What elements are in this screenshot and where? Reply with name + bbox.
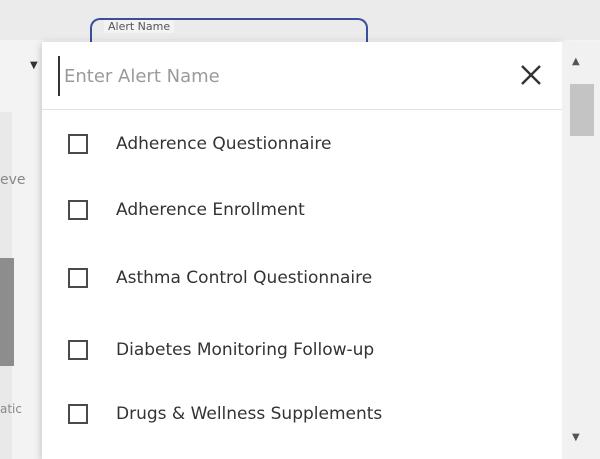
search-row bbox=[42, 42, 562, 110]
background-text: atic bbox=[0, 402, 22, 416]
option-adherence-questionnaire[interactable]: Adherence Questionnaire bbox=[42, 114, 562, 174]
left-dark-block bbox=[0, 258, 14, 366]
caret-down-icon: ▼ bbox=[30, 60, 38, 71]
checkbox-icon[interactable] bbox=[68, 200, 88, 220]
option-diabetes-monitoring-follow-up[interactable]: Diabetes Monitoring Follow-up bbox=[42, 320, 562, 380]
dropdown-scrollbar[interactable]: ▲ ▼ bbox=[562, 42, 600, 459]
alert-name-label: Alert Name bbox=[104, 20, 175, 33]
checkbox-icon[interactable] bbox=[68, 404, 88, 424]
chevron-up-icon[interactable]: ▲ bbox=[572, 56, 580, 67]
option-asthma-control-questionnaire[interactable]: Asthma Control Questionnaire bbox=[42, 248, 562, 308]
scroll-thumb[interactable] bbox=[570, 84, 594, 136]
option-label: Asthma Control Questionnaire bbox=[116, 268, 373, 288]
option-drugs-wellness-supplements[interactable]: Drugs & Wellness Supplements bbox=[42, 384, 562, 444]
checkbox-icon[interactable] bbox=[68, 340, 88, 360]
option-label: Adherence Questionnaire bbox=[116, 134, 332, 154]
close-icon[interactable] bbox=[518, 62, 544, 88]
alert-name-search-input[interactable] bbox=[58, 56, 496, 96]
option-adherence-enrollment[interactable]: Adherence Enrollment bbox=[42, 180, 562, 240]
option-label: Diabetes Monitoring Follow-up bbox=[116, 340, 375, 360]
option-label: Drugs & Wellness Supplements bbox=[116, 404, 383, 424]
chevron-down-icon[interactable]: ▼ bbox=[572, 432, 580, 443]
background-text: eve bbox=[0, 172, 26, 188]
checkbox-icon[interactable] bbox=[68, 134, 88, 154]
checkbox-icon[interactable] bbox=[68, 268, 88, 288]
option-label: Adherence Enrollment bbox=[116, 200, 305, 220]
alert-name-dropdown: Adherence Questionnaire Adherence Enroll… bbox=[42, 42, 562, 459]
